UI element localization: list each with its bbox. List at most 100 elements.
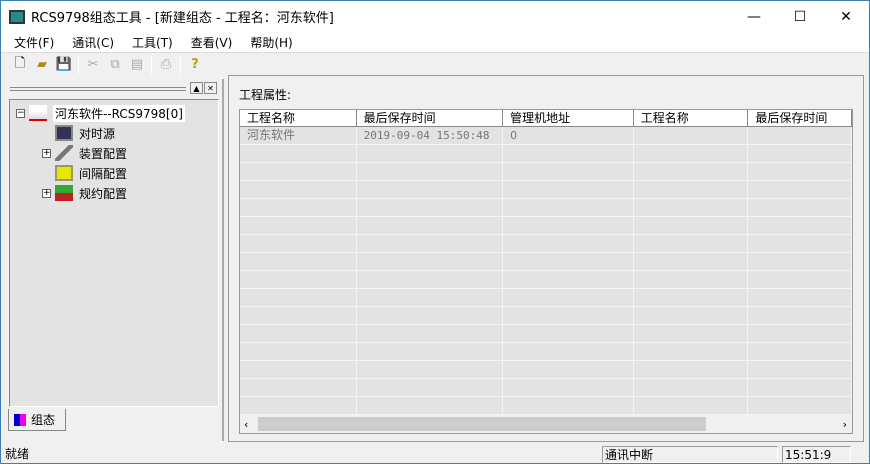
cell-save-time: 2019-09-04 15:50:48 [357, 127, 504, 144]
empty-row [240, 235, 852, 253]
menu-help[interactable]: 帮助(H) [241, 34, 301, 51]
tree-item-device-config[interactable]: + 装置配置 [42, 144, 127, 162]
empty-cell [357, 235, 504, 252]
empty-cell [634, 271, 749, 288]
empty-row [240, 397, 852, 415]
empty-cell [634, 145, 749, 162]
network-icon [29, 105, 47, 121]
empty-cell [240, 343, 357, 360]
tab-label: 组态 [31, 413, 56, 427]
empty-row [240, 379, 852, 397]
tree-item-label: 对时源 [79, 126, 116, 141]
empty-cell [240, 163, 357, 180]
tab-config[interactable]: 组态 [8, 409, 66, 431]
empty-cell [240, 145, 357, 162]
close-button[interactable]: ✕ [823, 1, 869, 32]
empty-row [240, 361, 852, 379]
empty-row [240, 145, 852, 163]
empty-cell [503, 289, 634, 306]
empty-cell [503, 145, 634, 162]
empty-cell [357, 325, 504, 342]
help-icon[interactable]: ? [184, 55, 206, 75]
table-row[interactable]: 河东软件 2019-09-04 15:50:48 0 [240, 127, 852, 145]
table-header: 工程名称 最后保存时间 管理机地址 工程名称 最后保存时间 [240, 110, 852, 127]
empty-cell [634, 235, 749, 252]
empty-cell [503, 235, 634, 252]
empty-cell [748, 199, 852, 216]
open-folder-icon[interactable]: ▰ [31, 55, 53, 75]
empty-cell [503, 397, 634, 414]
status-comm: 通讯中断 [602, 446, 778, 463]
save-icon[interactable]: 💾 [53, 55, 75, 75]
empty-cell [748, 307, 852, 324]
empty-cell [634, 163, 749, 180]
config-icon [14, 413, 26, 426]
empty-cell [503, 325, 634, 342]
column-header[interactable]: 最后保存时间 [748, 110, 852, 126]
menu-view[interactable]: 查看(V) [182, 34, 242, 51]
status-ready: 就绪 [5, 447, 30, 461]
bay-icon [55, 165, 73, 181]
cell-project-name-2 [634, 127, 749, 144]
scroll-left-icon[interactable]: ‹ [244, 418, 248, 431]
empty-row [240, 217, 852, 235]
print-icon[interactable]: ⎙ [155, 55, 177, 75]
copy-icon[interactable]: ⧉ [104, 55, 126, 75]
menu-file[interactable]: 文件(F) [5, 34, 63, 51]
new-file-icon[interactable]: 🗋 [9, 55, 31, 75]
properties-label: 工程属性: [239, 88, 292, 102]
empty-cell [748, 361, 852, 378]
empty-cell [357, 343, 504, 360]
tree-root[interactable]: − 河东软件--RCS9798[0] [16, 104, 185, 122]
window-title: RCS9798组态工具 - [新建组态 - 工程名：河东软件] [31, 11, 334, 26]
empty-cell [357, 271, 504, 288]
toolbar-separator [151, 55, 152, 74]
pane-grip[interactable] [10, 87, 186, 91]
pane-close-button[interactable]: ✕ [204, 82, 217, 94]
collapse-icon[interactable]: − [16, 108, 25, 118]
scrollbar-thumb[interactable] [258, 417, 706, 431]
paste-icon[interactable]: ▤ [126, 55, 148, 75]
empty-cell [503, 361, 634, 378]
project-tree-pane: ▲ ✕ − 河东软件--RCS9798[0] 对时源 + 装置配置 间隔配置 +… [4, 79, 224, 441]
protocol-icon [55, 185, 73, 201]
empty-cell [240, 325, 357, 342]
empty-cell [634, 199, 749, 216]
empty-cell [357, 397, 504, 414]
column-header[interactable]: 管理机地址 [503, 110, 634, 126]
tree-item-label: 装置配置 [79, 146, 128, 161]
tree-root-label: 河东软件--RCS9798[0] [53, 104, 185, 122]
scroll-right-icon[interactable]: › [843, 418, 847, 431]
empty-row [240, 253, 852, 271]
column-header[interactable]: 工程名称 [240, 110, 357, 126]
pane-maximize-button[interactable]: ▲ [190, 82, 203, 94]
empty-cell [634, 181, 749, 198]
tree-item-bay-config[interactable]: 间隔配置 [55, 164, 127, 182]
empty-cell [240, 253, 357, 270]
tree-item-time-source[interactable]: 对时源 [55, 124, 115, 142]
minimize-button[interactable]: — [731, 1, 777, 32]
empty-cell [634, 361, 749, 378]
empty-row [240, 199, 852, 217]
menu-comm[interactable]: 通讯(C) [63, 34, 123, 51]
column-header[interactable]: 工程名称 [634, 110, 749, 126]
empty-cell [357, 181, 504, 198]
empty-cell [357, 361, 504, 378]
maximize-button[interactable]: ☐ [777, 1, 823, 32]
status-time: 15:51:9 [782, 446, 851, 463]
menu-bar: 文件(F) 通讯(C) 工具(T) 查看(V) 帮助(H) [1, 32, 869, 52]
expand-icon[interactable]: + [42, 148, 51, 158]
empty-row [240, 289, 852, 307]
expand-icon[interactable]: + [42, 188, 51, 198]
horizontal-scrollbar[interactable]: ‹ › [240, 415, 852, 433]
empty-row [240, 343, 852, 361]
empty-cell [357, 217, 504, 234]
menu-tools[interactable]: 工具(T) [123, 34, 182, 51]
tree-item-protocol-config[interactable]: + 规约配置 [42, 184, 127, 202]
column-header[interactable]: 最后保存时间 [357, 110, 504, 126]
wrench-icon [55, 145, 73, 161]
empty-cell [634, 325, 749, 342]
toolbar-separator [78, 55, 79, 74]
empty-cell [357, 199, 504, 216]
cut-icon[interactable]: ✂ [82, 55, 104, 75]
